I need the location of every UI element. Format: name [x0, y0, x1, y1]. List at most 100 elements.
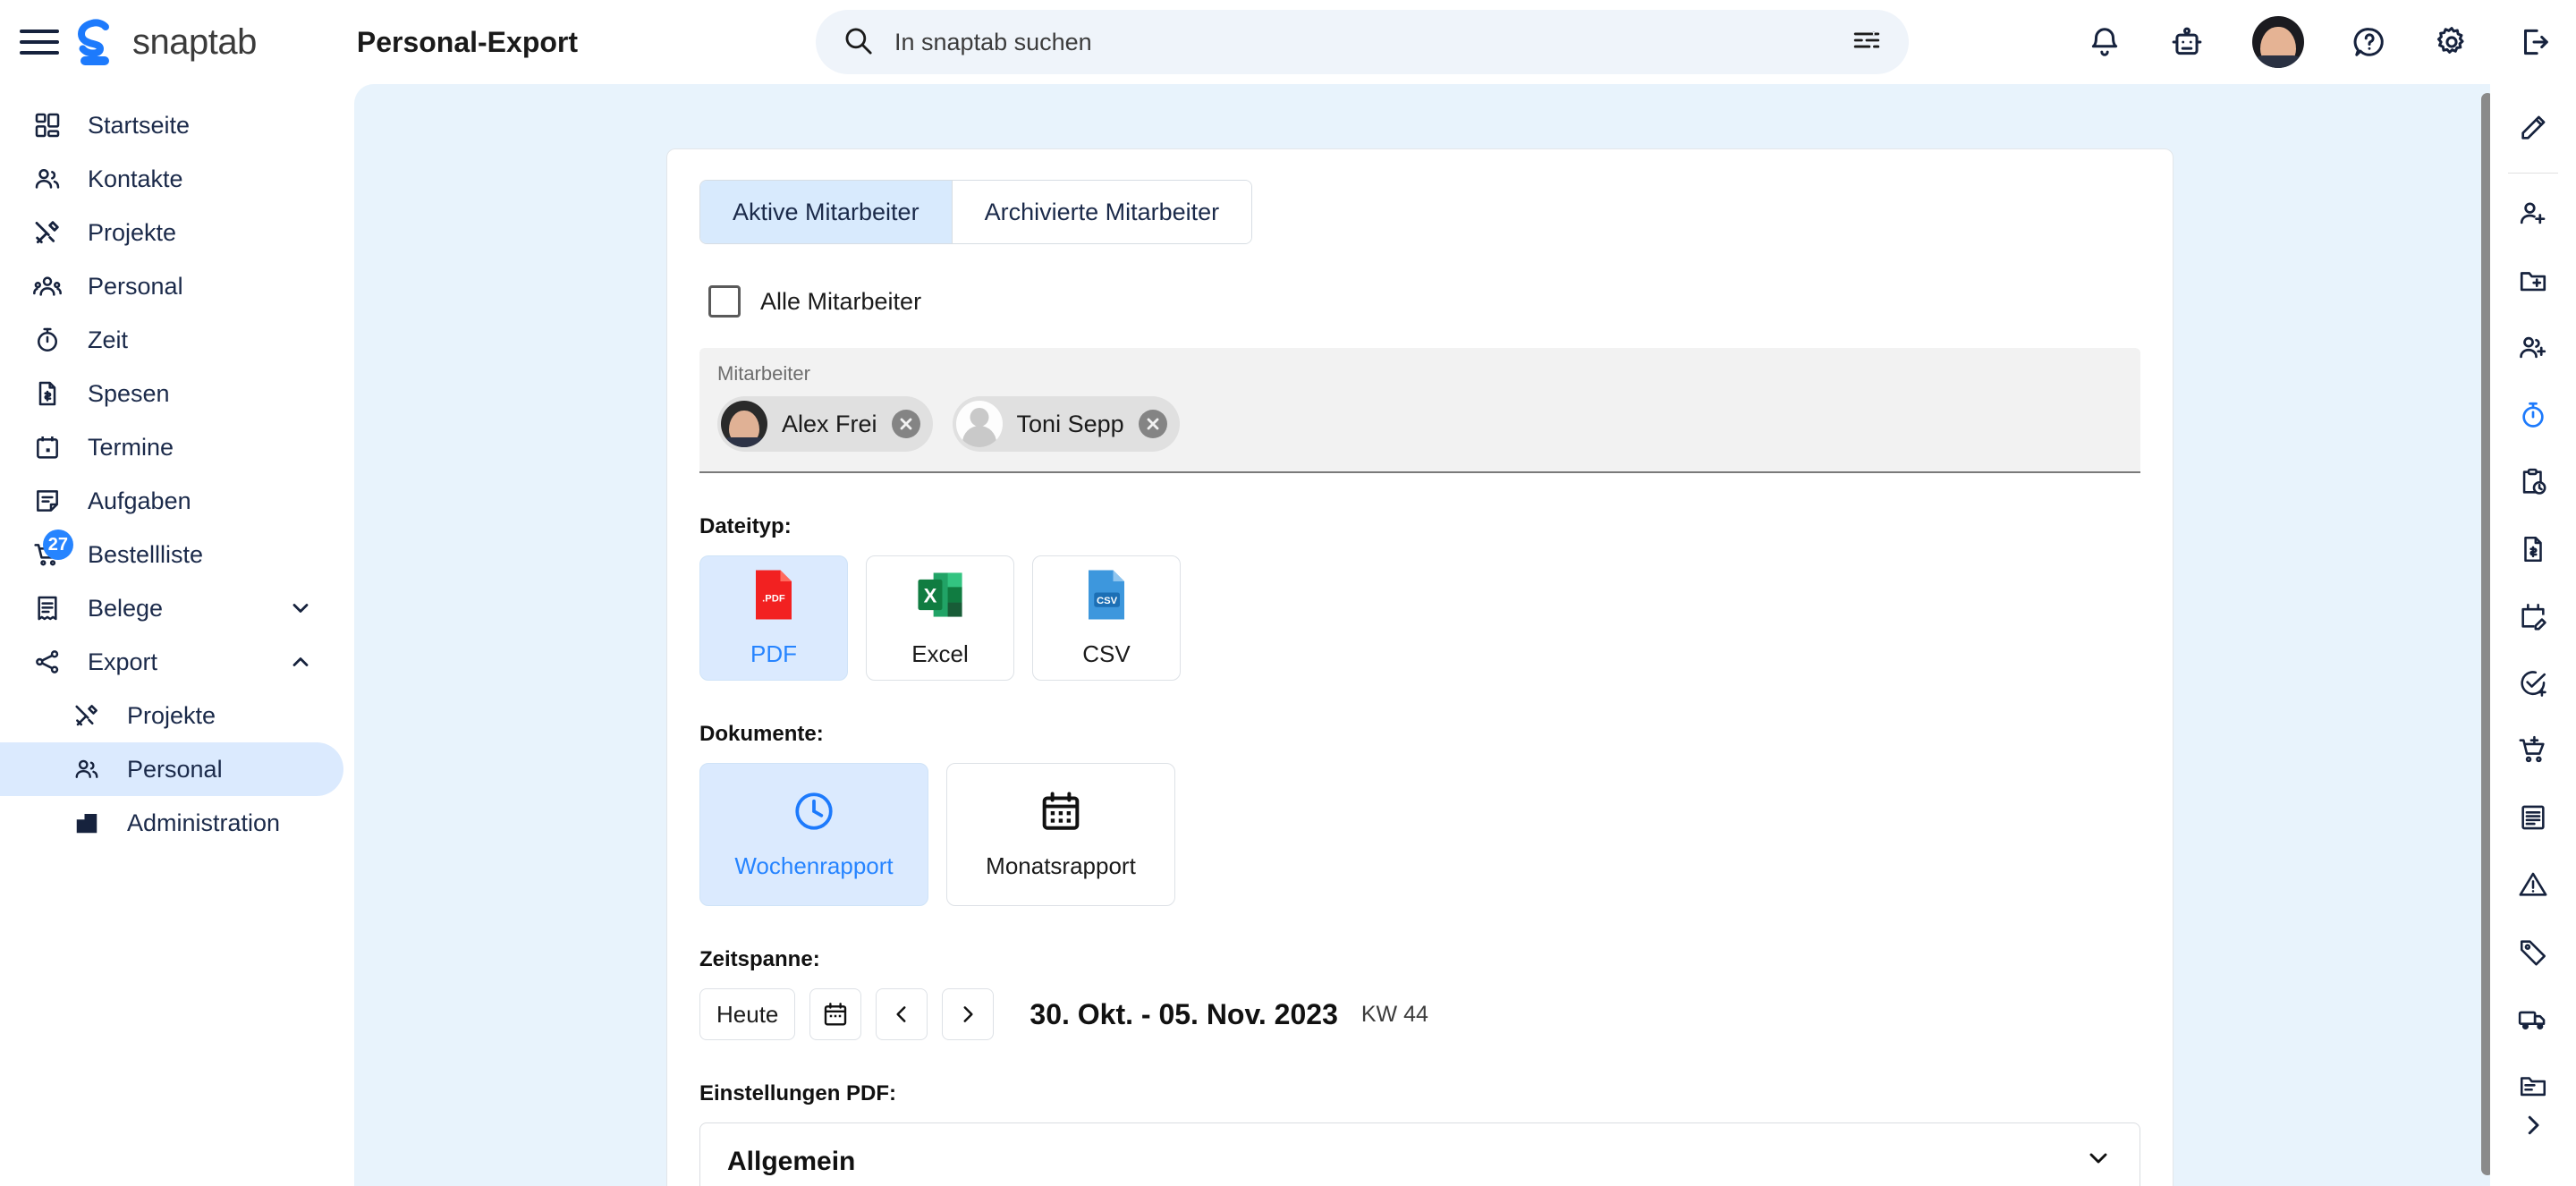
calendar-picker-icon[interactable]: [809, 988, 862, 1040]
sidebar-label: Spesen: [88, 379, 170, 407]
clipboard-time-icon[interactable]: [2505, 454, 2561, 510]
prev-period-button[interactable]: [876, 988, 928, 1040]
sidebar-item-zeit[interactable]: Zeit: [0, 313, 343, 367]
documents-options: Wochenrapport Monatsrapport: [699, 763, 2140, 906]
employee-chip-name: Alex Frei: [782, 410, 877, 437]
hamburger-menu-icon[interactable]: [20, 26, 59, 58]
notifications-bell-icon[interactable]: [2088, 25, 2122, 59]
user-avatar[interactable]: [2252, 16, 2304, 68]
brand-logo-group[interactable]: snaptab: [72, 17, 257, 67]
search-input[interactable]: [894, 28, 1830, 56]
brand-name: snaptab: [132, 21, 257, 62]
expense-document-icon[interactable]: [2505, 521, 2561, 577]
sidebar-item-aufgaben[interactable]: Aufgaben: [0, 474, 343, 528]
all-employees-label[interactable]: Alle Mitarbeiter: [760, 288, 921, 316]
contacts-people-icon: [70, 756, 104, 783]
expand-rail-button[interactable]: [2505, 1097, 2561, 1153]
logout-icon[interactable]: [2517, 25, 2551, 59]
sidebar-item-startseite[interactable]: Startseite: [0, 98, 343, 152]
export-settings-card: Aktive Mitarbeiter Archivierte Mitarbeit…: [666, 148, 2174, 1186]
filetype-section-label: Dateityp:: [699, 514, 792, 538]
stopwatch-icon[interactable]: [2505, 387, 2561, 443]
sidebar-item-personal[interactable]: Personal: [0, 259, 343, 313]
receipt-icon: [30, 594, 64, 623]
receipt-lines-icon[interactable]: [2505, 790, 2561, 845]
sidebar-label: Personal: [88, 272, 183, 300]
svg-text:.PDF: .PDF: [762, 594, 785, 605]
today-button[interactable]: Heute: [699, 988, 796, 1040]
document-label: Monatsrapport: [986, 852, 1136, 879]
employee-chip-name: Toni Sepp: [1016, 410, 1124, 437]
sidebar-label: Administration: [127, 809, 281, 836]
bot-assistant-icon[interactable]: [2170, 25, 2204, 59]
avatar: [721, 401, 767, 447]
document-option-monatsrapport[interactable]: Monatsrapport: [946, 763, 1175, 906]
sidebar-label: Zeit: [88, 326, 129, 353]
building-icon: [70, 809, 104, 836]
help-question-icon[interactable]: [2352, 25, 2386, 59]
all-employees-checkbox-row[interactable]: Alle Mitarbeiter: [708, 285, 2140, 318]
svg-text:X: X: [924, 585, 937, 607]
header-icon-group: [2088, 0, 2551, 84]
settings-gear-icon[interactable]: [2435, 25, 2469, 59]
employee-status-tabs: Aktive Mitarbeiter Archivierte Mitarbeit…: [699, 180, 1253, 244]
sidebar-item-projekte[interactable]: Projekte: [0, 206, 343, 259]
remove-chip-icon[interactable]: [1138, 410, 1167, 438]
add-folder-icon[interactable]: [2505, 253, 2561, 309]
avatar: [955, 401, 1003, 447]
sidebar-item-termine[interactable]: Termine: [0, 420, 343, 474]
stopwatch-icon: [30, 326, 64, 354]
filter-sliders-icon[interactable]: [1852, 25, 1882, 60]
tag-icon[interactable]: [2505, 924, 2561, 979]
filetype-option-pdf[interactable]: .PDF PDF: [699, 555, 848, 681]
sidebar-item-bestellliste[interactable]: 27 Bestellliste: [0, 528, 343, 581]
sidebar-item-export-projekte[interactable]: Projekte: [0, 689, 343, 742]
remove-chip-icon[interactable]: [891, 410, 920, 438]
sidebar-item-export[interactable]: Export: [0, 635, 343, 689]
document-option-wochenrapport[interactable]: Wochenrapport: [699, 763, 928, 906]
chevron-up-icon[interactable]: [288, 649, 313, 674]
sidebar-label: Kontakte: [88, 165, 183, 192]
employee-chip[interactable]: Toni Sepp: [952, 396, 1180, 452]
expense-document-icon: [30, 379, 64, 408]
sidebar-label: Belege: [88, 594, 164, 622]
add-group-icon[interactable]: [2505, 320, 2561, 376]
employee-select-field[interactable]: Mitarbeiter Alex Frei Toni Sepp: [699, 348, 2140, 473]
add-cart-icon[interactable]: [2505, 723, 2561, 778]
calendar-month-icon: [1038, 789, 1083, 838]
dashboard-grid-icon: [30, 111, 64, 140]
next-period-button[interactable]: [942, 988, 995, 1040]
add-task-check-icon[interactable]: [2505, 656, 2561, 711]
calendar-edit-icon[interactable]: [2505, 589, 2561, 644]
pdf-settings-select[interactable]: Allgemein: [699, 1122, 2140, 1186]
sidebar-label: Projekte: [127, 701, 216, 729]
filetype-label: Excel: [911, 640, 969, 667]
sidebar-badge-count: 27: [42, 529, 73, 560]
tools-hammer-icon: [30, 218, 64, 247]
add-contact-icon[interactable]: [2505, 186, 2561, 241]
sidebar-item-export-personal[interactable]: Personal: [0, 742, 343, 796]
sidebar-label: Aufgaben: [88, 487, 191, 514]
sidebar-item-kontakte[interactable]: Kontakte: [0, 152, 343, 206]
chevron-down-icon[interactable]: [2084, 1144, 2113, 1180]
tab-archivierte-mitarbeiter[interactable]: Archivierte Mitarbeiter: [952, 181, 1252, 243]
search-bar[interactable]: [816, 10, 1909, 74]
sidebar-item-export-administration[interactable]: Administration: [0, 796, 343, 850]
sidebar-item-spesen[interactable]: Spesen: [0, 367, 343, 420]
edit-pencil-icon[interactable]: [2505, 100, 2561, 156]
all-employees-checkbox[interactable]: [708, 285, 741, 318]
filetype-option-csv[interactable]: CSV CSV: [1032, 555, 1181, 681]
shopping-cart-icon: 27: [30, 529, 73, 569]
delivery-truck-icon[interactable]: [2505, 991, 2561, 1046]
rail-divider: [2508, 173, 2558, 174]
sidebar-item-belege[interactable]: Belege: [0, 581, 343, 635]
filetype-option-excel[interactable]: X Excel: [866, 555, 1014, 681]
warning-triangle-icon[interactable]: [2505, 857, 2561, 912]
filetype-options: .PDF PDF X Excel CSV CSV: [699, 555, 2140, 681]
employee-field-label: Mitarbeiter: [717, 362, 810, 385]
tab-aktive-mitarbeiter[interactable]: Aktive Mitarbeiter: [700, 181, 953, 243]
sidebar-label: Bestellliste: [88, 540, 204, 568]
share-network-icon: [30, 648, 64, 676]
chevron-down-icon[interactable]: [288, 596, 313, 621]
employee-chip[interactable]: Alex Frei: [717, 396, 933, 452]
